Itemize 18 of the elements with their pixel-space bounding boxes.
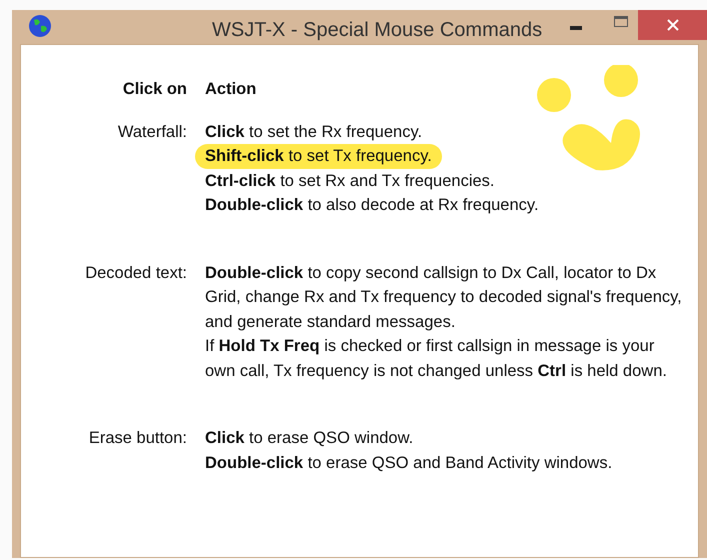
action-text: Double-click to copy second callsign to Dx Call, locator to Dx Grid, change Rx and Tx frequency to decoded signal's frequency, and generate standard messages. — [205, 262, 683, 332]
close-button[interactable] — [638, 10, 707, 40]
globe-icon — [28, 14, 52, 38]
close-icon — [666, 19, 678, 31]
action-text: Double-click to erase QSO and Band Activity windows. — [205, 452, 612, 474]
row-label: Waterfall: — [118, 122, 187, 142]
action-text: Click to set the Rx frequency. — [205, 122, 422, 142]
action-text: Shift-click to set Tx frequency. — [195, 144, 442, 168]
row-label: Decoded text: — [85, 262, 187, 284]
column-header: Action — [205, 79, 256, 100]
column-header: Click on — [122, 79, 187, 100]
window-title: WSJT-X - Special Mouse Commands — [212, 18, 542, 42]
action-text: If Hold Tx Freq is checked or first callsign in message is your own call, Tx frequency is not changed unless Ctrl is held down. — [205, 336, 668, 382]
action-text: Click to erase QSO window. — [205, 428, 414, 449]
row-label: Erase button: — [88, 428, 187, 449]
maximize-icon[interactable] — [614, 16, 628, 27]
action-text: Double-click to also decode at Rx frequency. — [205, 195, 539, 216]
action-text: Ctrl-click to set Rx and Tx frequencies. — [205, 170, 495, 192]
